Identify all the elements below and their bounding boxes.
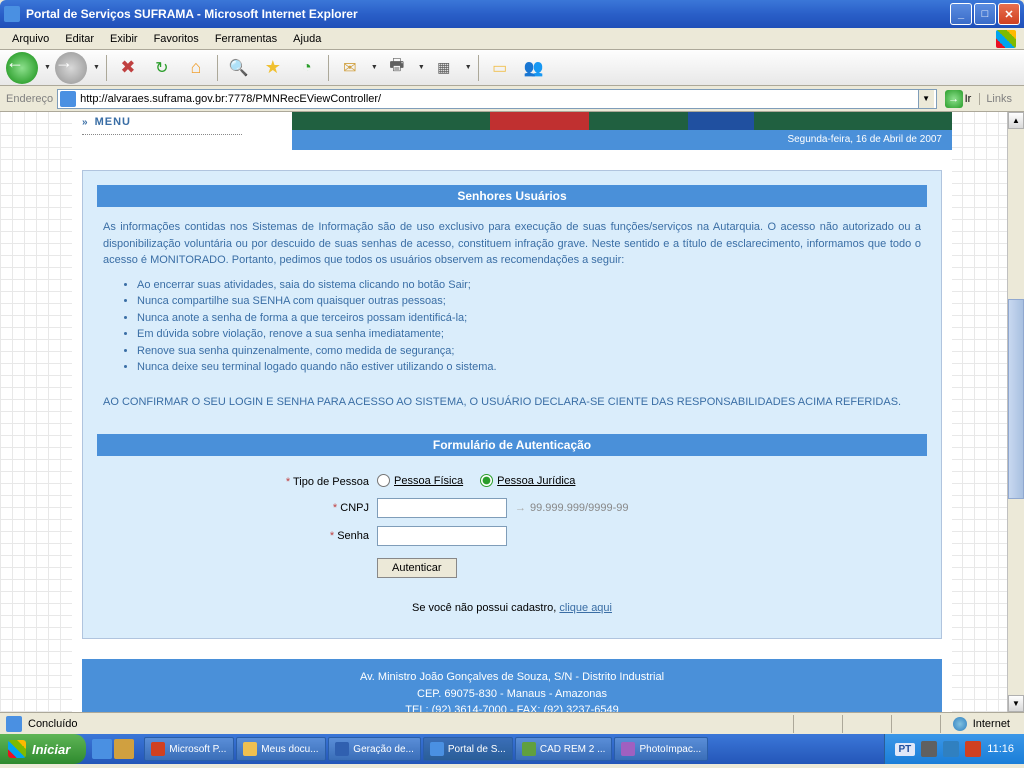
task-photoimpact[interactable]: PhotoImpac...: [614, 737, 708, 761]
cnpj-label: CNPJ: [340, 502, 369, 514]
top-banner-image: [292, 112, 952, 130]
menu-favoritos[interactable]: Favoritos: [146, 31, 207, 47]
print-icon[interactable]: 🖶: [382, 53, 412, 83]
address-label: Endereço: [6, 93, 53, 105]
register-text: Se você não possui cadastro,: [412, 602, 559, 614]
notice-intro: As informações contidas nos Sistemas de …: [97, 207, 927, 277]
menu-editar[interactable]: Editar: [57, 31, 102, 47]
edit-icon[interactable]: ▦: [429, 53, 459, 83]
menu-ajuda[interactable]: Ajuda: [285, 31, 329, 47]
notice-item: Renove sua senha quinzenalmente, como me…: [137, 343, 927, 360]
form-header: Formulário de Autenticação: [97, 434, 927, 456]
system-tray: PT 11:16: [884, 734, 1024, 764]
ql-ie-icon[interactable]: [92, 739, 112, 759]
status-page-icon: [6, 716, 22, 732]
notice-item: Ao encerrar suas atividades, saia do sis…: [137, 277, 927, 294]
go-button[interactable]: → Ir: [941, 90, 976, 108]
back-dropdown[interactable]: ▼: [44, 64, 51, 71]
minimize-button[interactable]: _: [950, 3, 972, 25]
window-title: Portal de Serviços SUFRAMA - Microsoft I…: [26, 7, 950, 21]
main-panel: Senhores Usuários As informações contida…: [82, 170, 942, 639]
start-button[interactable]: Iniciar: [0, 734, 86, 764]
back-button[interactable]: ←: [6, 52, 38, 84]
scroll-thumb[interactable]: [1008, 299, 1024, 499]
status-text: Concluído: [28, 718, 789, 730]
forward-dropdown[interactable]: ▼: [93, 64, 100, 71]
page-icon: [60, 91, 76, 107]
folder-icon[interactable]: ▭: [485, 53, 515, 83]
address-bar: Endereço http://alvaraes.suframa.gov.br:…: [0, 86, 1024, 112]
sidebar-menu[interactable]: » MENU: [72, 112, 292, 132]
task-cadrem[interactable]: CAD REM 2 ...: [515, 737, 613, 761]
forward-button[interactable]: →: [55, 52, 87, 84]
senha-label: Senha: [337, 530, 369, 542]
page-footer: Av. Ministro João Gonçalves de Souza, S/…: [82, 659, 942, 712]
search-icon[interactable]: 🔍: [224, 53, 254, 83]
windows-flag-icon: [996, 30, 1016, 48]
history-icon[interactable]: ◔: [292, 53, 322, 83]
radio-pessoa-juridica[interactable]: Pessoa Jurídica: [480, 474, 575, 487]
menu-arquivo[interactable]: Arquivo: [4, 31, 57, 47]
maximize-button[interactable]: □: [974, 3, 996, 25]
quick-launch: [86, 739, 140, 759]
menu-divider: [82, 134, 242, 135]
address-url: http://alvaraes.suframa.gov.br:7778/PMNR…: [80, 93, 917, 105]
autenticar-button[interactable]: Autenticar: [377, 558, 457, 578]
radio-pessoa-fisica[interactable]: Pessoa Física: [377, 474, 463, 487]
address-dropdown[interactable]: ▼: [918, 90, 934, 108]
taskbar: Iniciar Microsoft P... Meus docu... Gera…: [0, 734, 1024, 764]
vertical-scrollbar[interactable]: ▲ ▼: [1007, 112, 1024, 712]
tipo-label: Tipo de Pessoa: [293, 476, 369, 488]
globe-icon: [953, 717, 967, 731]
menu-exibir[interactable]: Exibir: [102, 31, 146, 47]
task-documents[interactable]: Meus docu...: [236, 737, 326, 761]
tray-icon-1[interactable]: [921, 741, 937, 757]
cnpj-input[interactable]: [377, 498, 507, 518]
refresh-icon[interactable]: ↻: [147, 53, 177, 83]
tray-icon-3[interactable]: [965, 741, 981, 757]
tray-icon-2[interactable]: [943, 741, 959, 757]
status-bar: Concluído Internet: [0, 712, 1024, 734]
favorites-icon[interactable]: ★: [258, 53, 288, 83]
toolbar: ←▼ →▼ ✖ ↻ ⌂ 🔍 ★ ◔ ✉▼ 🖶▼ ▦▼ ▭ 👥: [0, 50, 1024, 86]
notice-item: Nunca compartilhe sua SENHA com quaisque…: [137, 293, 927, 310]
senha-input[interactable]: [377, 526, 507, 546]
home-icon[interactable]: ⌂: [181, 53, 211, 83]
address-input[interactable]: http://alvaraes.suframa.gov.br:7778/PMNR…: [57, 89, 936, 109]
menu-arrow-icon: »: [82, 117, 89, 128]
ql-desktop-icon[interactable]: [114, 739, 134, 759]
messenger-icon[interactable]: 👥: [519, 53, 549, 83]
notice-item: Em dúvida sobre violação, renove a sua s…: [137, 326, 927, 343]
task-word[interactable]: Geração de...: [328, 737, 421, 761]
go-icon: →: [945, 90, 963, 108]
security-zone[interactable]: Internet: [945, 717, 1018, 731]
menu-ferramentas[interactable]: Ferramentas: [207, 31, 285, 47]
scroll-down-button[interactable]: ▼: [1008, 695, 1024, 712]
auth-form: Formulário de Autenticação * Tipo de Pes…: [97, 434, 927, 624]
language-indicator[interactable]: PT: [895, 743, 916, 756]
task-portal[interactable]: Portal de S...: [423, 737, 513, 761]
window-titlebar: Portal de Serviços SUFRAMA - Microsoft I…: [0, 0, 1024, 28]
stop-icon[interactable]: ✖: [113, 53, 143, 83]
register-link[interactable]: clique aqui: [559, 602, 612, 614]
links-label[interactable]: Links: [979, 93, 1018, 105]
notice-item: Nunca deixe seu terminal logado quando n…: [137, 359, 927, 376]
notice-footer: AO CONFIRMAR O SEU LOGIN E SENHA PARA AC…: [97, 386, 927, 419]
notice-item: Nunca anote a senha de forma a que terce…: [137, 310, 927, 327]
start-icon: [8, 740, 26, 758]
mail-icon[interactable]: ✉: [335, 53, 365, 83]
date-line: Segunda-feira, 16 de Abril de 2007: [292, 130, 952, 150]
notice-header: Senhores Usuários: [97, 185, 927, 207]
task-powerpoint[interactable]: Microsoft P...: [144, 737, 234, 761]
cnpj-hint: 99.999.999/9999-99: [530, 502, 628, 514]
notice-list: Ao encerrar suas atividades, saia do sis…: [97, 277, 927, 386]
ie-icon: [4, 6, 20, 22]
menu-bar: Arquivo Editar Exibir Favoritos Ferramen…: [0, 28, 1024, 50]
clock[interactable]: 11:16: [987, 743, 1014, 755]
close-button[interactable]: ✕: [998, 3, 1020, 25]
task-buttons: Microsoft P... Meus docu... Geração de..…: [140, 737, 883, 761]
scroll-up-button[interactable]: ▲: [1008, 112, 1024, 129]
content-area: » MENU Segunda-feira, 16 de Abril de 200…: [0, 112, 1024, 712]
